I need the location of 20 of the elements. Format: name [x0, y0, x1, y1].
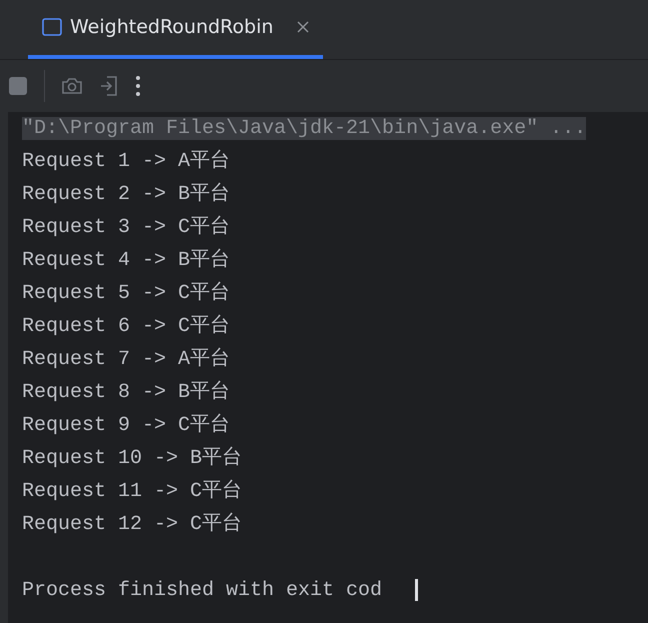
- output-line: Request 3 -> C平台: [22, 216, 230, 239]
- stop-button[interactable]: [8, 76, 28, 96]
- output-line: Request 10 -> B平台: [22, 447, 242, 470]
- output-line: Request 9 -> C平台: [22, 414, 230, 437]
- more-icon[interactable]: [135, 75, 141, 97]
- output-line: Request 6 -> C平台: [22, 315, 230, 338]
- output-line: Request 5 -> C平台: [22, 282, 230, 305]
- output-line: Process finished with exit cod: [22, 579, 382, 602]
- output-line: Request 12 -> C平台: [22, 513, 242, 536]
- output-line: Request 8 -> B平台: [22, 381, 230, 404]
- output-line: Request 2 -> B平台: [22, 183, 230, 206]
- terminal-icon: [42, 18, 62, 36]
- text-cursor: [415, 578, 418, 601]
- output-line: Request 11 -> C平台: [22, 480, 242, 503]
- camera-icon[interactable]: [61, 76, 83, 96]
- output-line: Request 7 -> A平台: [22, 348, 230, 371]
- close-icon[interactable]: [297, 21, 310, 33]
- output-line: Request 4 -> B平台: [22, 249, 230, 272]
- exit-icon[interactable]: [99, 75, 119, 97]
- output-line: Request 1 -> A平台: [22, 150, 230, 173]
